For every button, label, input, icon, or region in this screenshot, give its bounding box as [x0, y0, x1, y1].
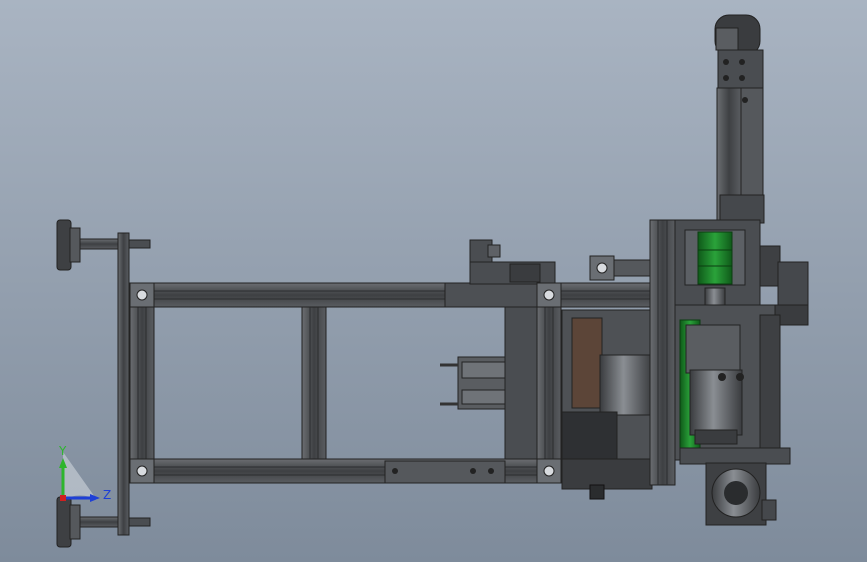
gearbox-housing[interactable]	[561, 309, 653, 500]
corner-connector-center-bottom	[536, 458, 562, 484]
corner-connector-center-top	[536, 282, 562, 308]
triad-x-axis	[60, 495, 66, 501]
right-vertical-frame[interactable]	[649, 219, 676, 486]
servo-motor[interactable]	[674, 287, 791, 465]
left-vertical-extrusion[interactable]	[129, 283, 155, 481]
top-horizontal-extrusion[interactable]	[129, 282, 651, 308]
linear-rail-block-top[interactable]	[444, 282, 541, 308]
corner-connector-bottom-left	[129, 458, 155, 484]
vertical-linear-actuator[interactable]	[714, 14, 765, 224]
triad-y-label: Y	[58, 444, 67, 458]
corner-connector-top-left	[129, 282, 155, 308]
linear-rail-block-bottom[interactable]	[384, 460, 506, 484]
mid-vertical-brace[interactable]	[301, 306, 327, 460]
cad-canvas[interactable]: Y Z	[0, 0, 867, 562]
motor-flange[interactable]	[705, 462, 777, 526]
triad-z-label: Z	[103, 488, 111, 502]
corner-connector-top-right	[589, 255, 651, 281]
center-vertical-extrusion[interactable]	[536, 282, 562, 484]
left-end-plate[interactable]	[117, 232, 130, 536]
cad-viewport[interactable]: Y Z	[0, 0, 867, 562]
